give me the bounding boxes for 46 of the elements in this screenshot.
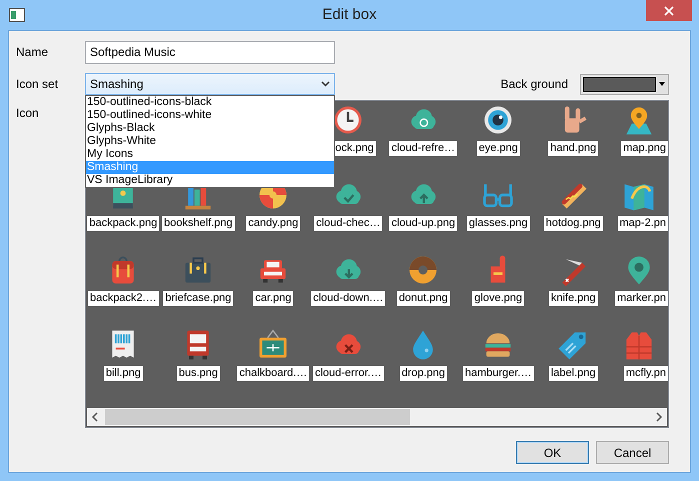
file-name: marker.pn [615,291,668,306]
name-field[interactable]: Softpedia Music [85,40,335,64]
file-name: candy.png [246,216,300,231]
ok-button[interactable]: OK [516,441,589,464]
file-name: drop.png [400,366,447,381]
name-label: Name [16,45,50,59]
file-name: map-2.pn [618,216,668,231]
file-name: donut.png [396,291,450,306]
icon-set-dropdown[interactable]: Smashing [85,73,335,95]
file-name: bookshelf.png [162,216,235,231]
file-name: briefcase.png [163,291,234,306]
file-name: backpack2.… [88,291,159,306]
icon-label: Icon [16,106,40,120]
file-name: bus.png [176,366,220,381]
file-name: cloud-up.png [389,216,458,231]
file-name: mcfly.pn [624,366,668,381]
app-icon [9,8,25,22]
file-name: cloud-error.… [312,366,384,381]
file-name: label.png [548,366,598,381]
file-name: hotdog.png [544,216,603,231]
file-name: hand.png [548,141,598,156]
file-name: cloud-down.… [311,291,386,306]
file-name: cloud-refre… [389,141,458,156]
file-name: ock.png [333,141,376,156]
file-name: map.png [621,141,668,156]
close-button[interactable] [646,0,692,21]
icon-set-label: Icon set [16,77,60,91]
file-name: eye.png [476,141,520,156]
file-name: glove.png [472,291,524,306]
file-name: cloud-chec… [314,216,382,231]
dropdown-arrow-icon [658,80,666,88]
chevron-icon [321,81,330,87]
file-name: bill.png [104,366,143,381]
file-name: hamburger.… [462,366,534,381]
window-title: Edit box [321,6,378,23]
file-name: chalkboard.… [237,366,310,381]
file-name: glasses.png [466,216,530,231]
cancel-button[interactable]: Cancel [596,441,669,464]
file-name: car.png [253,291,294,306]
background-label: Back ground [500,77,568,91]
color-picker-button[interactable] [580,74,669,94]
scroll-thumb[interactable] [104,409,410,425]
file-name: backpack.png [87,216,160,231]
close-icon [664,6,674,16]
file-name: knife.png [548,291,598,306]
horizontal-scrollbar[interactable] [86,408,667,426]
